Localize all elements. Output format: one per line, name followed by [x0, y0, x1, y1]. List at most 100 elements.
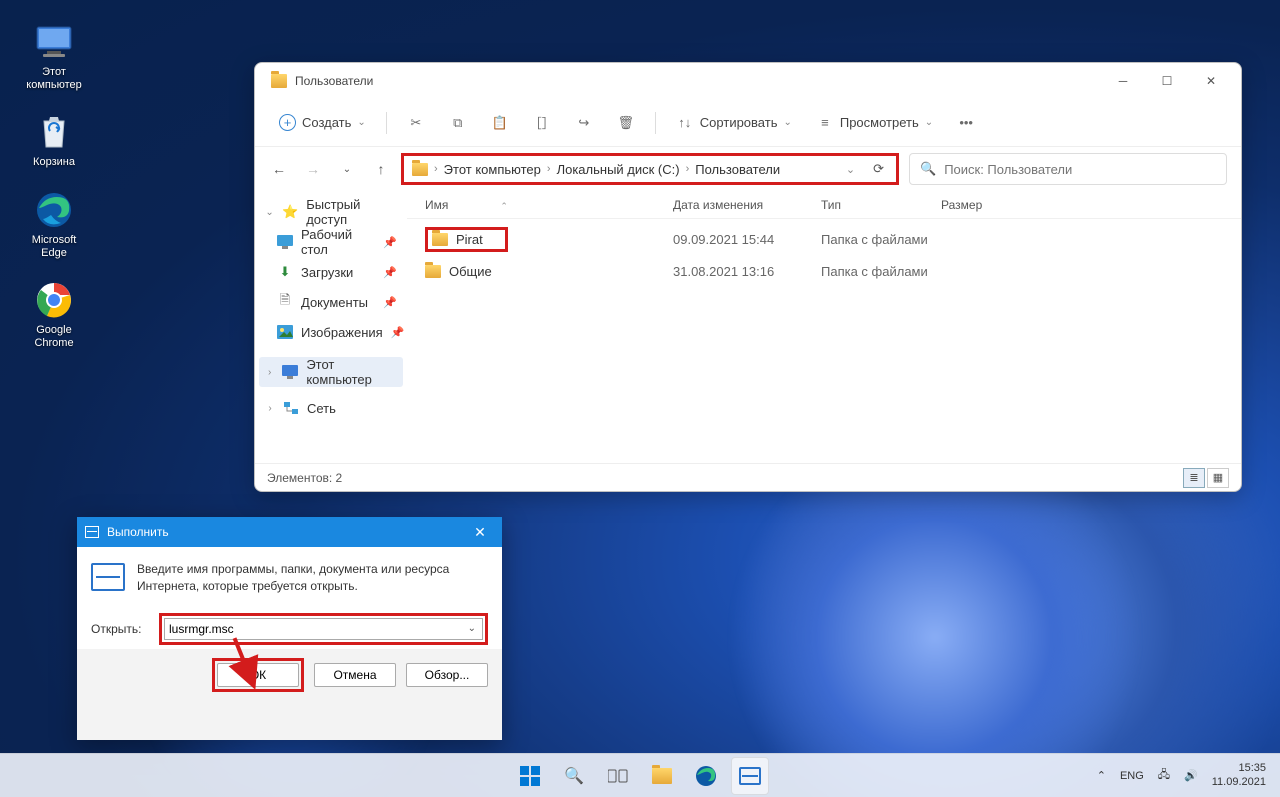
taskbar: 🔍 ⌃ ENG 🖧 🔊 15:35 11.09.2021: [0, 753, 1280, 797]
sort-arrow-icon: ⌃: [500, 201, 508, 211]
taskbar-run[interactable]: [731, 757, 769, 795]
ok-button[interactable]: ОК: [217, 663, 299, 687]
pin-icon: 📌: [383, 236, 397, 249]
details-view-button[interactable]: ≣: [1183, 468, 1205, 488]
back-button[interactable]: ←: [269, 161, 289, 177]
run-titlebar[interactable]: Выполнить ✕: [77, 517, 502, 547]
explorer-window: Пользователи ─ ☐ ✕ + Создать ⌄ ✂ ⧉ 📋 ［］ …: [254, 62, 1242, 492]
taskbar-edge[interactable]: [687, 757, 725, 795]
folder-icon: [432, 233, 448, 246]
language-indicator[interactable]: ENG: [1120, 770, 1144, 782]
sidebar-network[interactable]: › Сеть: [259, 393, 403, 423]
run-icon: [91, 563, 125, 591]
sidebar-this-pc[interactable]: › Этот компьютер: [259, 357, 403, 387]
sidebar-desktop[interactable]: Рабочий стол 📌: [259, 227, 403, 257]
refresh-button[interactable]: ⟳: [867, 161, 890, 177]
titlebar[interactable]: Пользователи ─ ☐ ✕: [255, 63, 1241, 99]
trash-icon: 🗑: [617, 114, 635, 132]
copy-icon: ⧉: [449, 114, 467, 132]
run-description: Введите имя программы, папки, документа …: [137, 561, 488, 595]
search-icon: 🔍: [920, 161, 936, 177]
download-icon: ⬇: [277, 264, 293, 280]
close-button[interactable]: ✕: [466, 524, 494, 541]
share-button[interactable]: ↪: [565, 107, 603, 139]
recent-button[interactable]: ⌄: [337, 164, 357, 175]
cancel-button[interactable]: Отмена: [314, 663, 396, 687]
desktop-icon-label: MicrosoftEdge: [32, 234, 77, 260]
plus-icon: +: [279, 114, 296, 131]
view-button[interactable]: ≡ Просмотреть ⌄: [806, 107, 943, 139]
maximize-button[interactable]: ☐: [1145, 66, 1189, 96]
pc-icon: [34, 22, 74, 62]
desktop-icon-label: GoogleChrome: [34, 324, 73, 350]
rename-button[interactable]: ［］: [523, 107, 561, 139]
documents-icon: 🗎: [277, 294, 293, 310]
chevron-right-icon: ›: [686, 163, 690, 175]
paste-button[interactable]: 📋: [481, 107, 519, 139]
start-button[interactable]: [511, 757, 549, 795]
cut-icon: ✂: [407, 114, 425, 132]
more-button[interactable]: •••: [947, 107, 985, 139]
pin-icon: 📌: [383, 266, 397, 279]
search-button[interactable]: 🔍: [555, 757, 593, 795]
file-row[interactable]: Pirat 09.09.2021 15:44 Папка с файлами: [407, 223, 1241, 255]
column-headers[interactable]: Имя⌃ Дата изменения Тип Размер: [407, 191, 1241, 219]
task-view-button[interactable]: [599, 757, 637, 795]
chevron-down-icon: ⌄: [357, 117, 365, 128]
share-icon: ↪: [575, 114, 593, 132]
folder-icon: [271, 74, 287, 88]
file-date: 09.09.2021 15:44: [673, 232, 821, 247]
up-button[interactable]: ↑: [371, 161, 391, 177]
sidebar-quick-access[interactable]: ⌄ ⭐ Быстрый доступ: [259, 197, 403, 227]
run-icon: [85, 526, 99, 538]
desktop-icon-label: Этоткомпьютер: [26, 66, 81, 92]
breadcrumb-item[interactable]: Этот компьютер: [444, 162, 541, 177]
window-title: Пользователи: [295, 74, 373, 88]
file-row[interactable]: Общие 31.08.2021 13:16 Папка с файлами: [407, 255, 1241, 287]
desktop-icon-this-pc[interactable]: Этоткомпьютер: [14, 22, 94, 92]
chevron-right-icon: ›: [265, 367, 274, 378]
cut-button[interactable]: ✂: [397, 107, 435, 139]
minimize-button[interactable]: ─: [1101, 66, 1145, 96]
close-button[interactable]: ✕: [1189, 66, 1233, 96]
search-input[interactable]: [944, 162, 1216, 177]
forward-button[interactable]: →: [303, 161, 323, 177]
icons-view-button[interactable]: ▦: [1207, 468, 1229, 488]
sort-icon: ↑↓: [676, 114, 694, 132]
tray-chevron-icon[interactable]: ⌃: [1097, 769, 1106, 782]
desktop-icon-label: Корзина: [33, 156, 75, 169]
taskbar-explorer[interactable]: [643, 757, 681, 795]
file-name: Pirat: [456, 232, 483, 247]
breadcrumb-item[interactable]: Локальный диск (C:): [557, 162, 680, 177]
sidebar: ⌄ ⭐ Быстрый доступ Рабочий стол 📌 ⬇ Загр…: [255, 191, 407, 463]
run-dialog: Выполнить ✕ Введите имя программы, папки…: [77, 517, 502, 740]
pc-icon: [282, 364, 298, 380]
copy-button[interactable]: ⧉: [439, 107, 477, 139]
sidebar-documents[interactable]: 🗎 Документы 📌: [259, 287, 403, 317]
address-bar[interactable]: › Этот компьютер › Локальный диск (C:) ›…: [401, 153, 899, 185]
delete-button[interactable]: 🗑: [607, 107, 645, 139]
volume-icon[interactable]: 🔊: [1184, 769, 1198, 782]
chrome-icon: [34, 280, 74, 320]
breadcrumb-dropdown[interactable]: ⌄: [840, 163, 861, 176]
sidebar-downloads[interactable]: ⬇ Загрузки 📌: [259, 257, 403, 287]
run-input[interactable]: [169, 622, 466, 636]
breadcrumb-item[interactable]: Пользователи: [695, 162, 780, 177]
search-box[interactable]: 🔍: [909, 153, 1227, 185]
open-label: Открыть:: [91, 622, 151, 636]
dropdown-button[interactable]: ⌄: [466, 623, 478, 634]
network-icon[interactable]: 🖧: [1158, 766, 1170, 785]
folder-icon: [652, 768, 672, 784]
sort-button[interactable]: ↑↓ Сортировать ⌄: [666, 107, 802, 139]
clock[interactable]: 15:35 11.09.2021: [1212, 762, 1266, 788]
view-icon: ≡: [816, 114, 834, 132]
browse-button[interactable]: Обзор...: [406, 663, 488, 687]
desktop-icon-chrome[interactable]: GoogleChrome: [14, 280, 94, 350]
sidebar-pictures[interactable]: Изображения 📌: [259, 317, 403, 347]
chevron-down-icon: ⌄: [925, 117, 933, 128]
new-button[interactable]: + Создать ⌄: [269, 107, 376, 139]
desktop-icon-edge[interactable]: MicrosoftEdge: [14, 190, 94, 260]
status-bar: Элементов: 2 ≣ ▦: [255, 463, 1241, 491]
desktop-icon-recycle-bin[interactable]: Корзина: [14, 112, 94, 169]
file-date: 31.08.2021 13:16: [673, 264, 821, 279]
